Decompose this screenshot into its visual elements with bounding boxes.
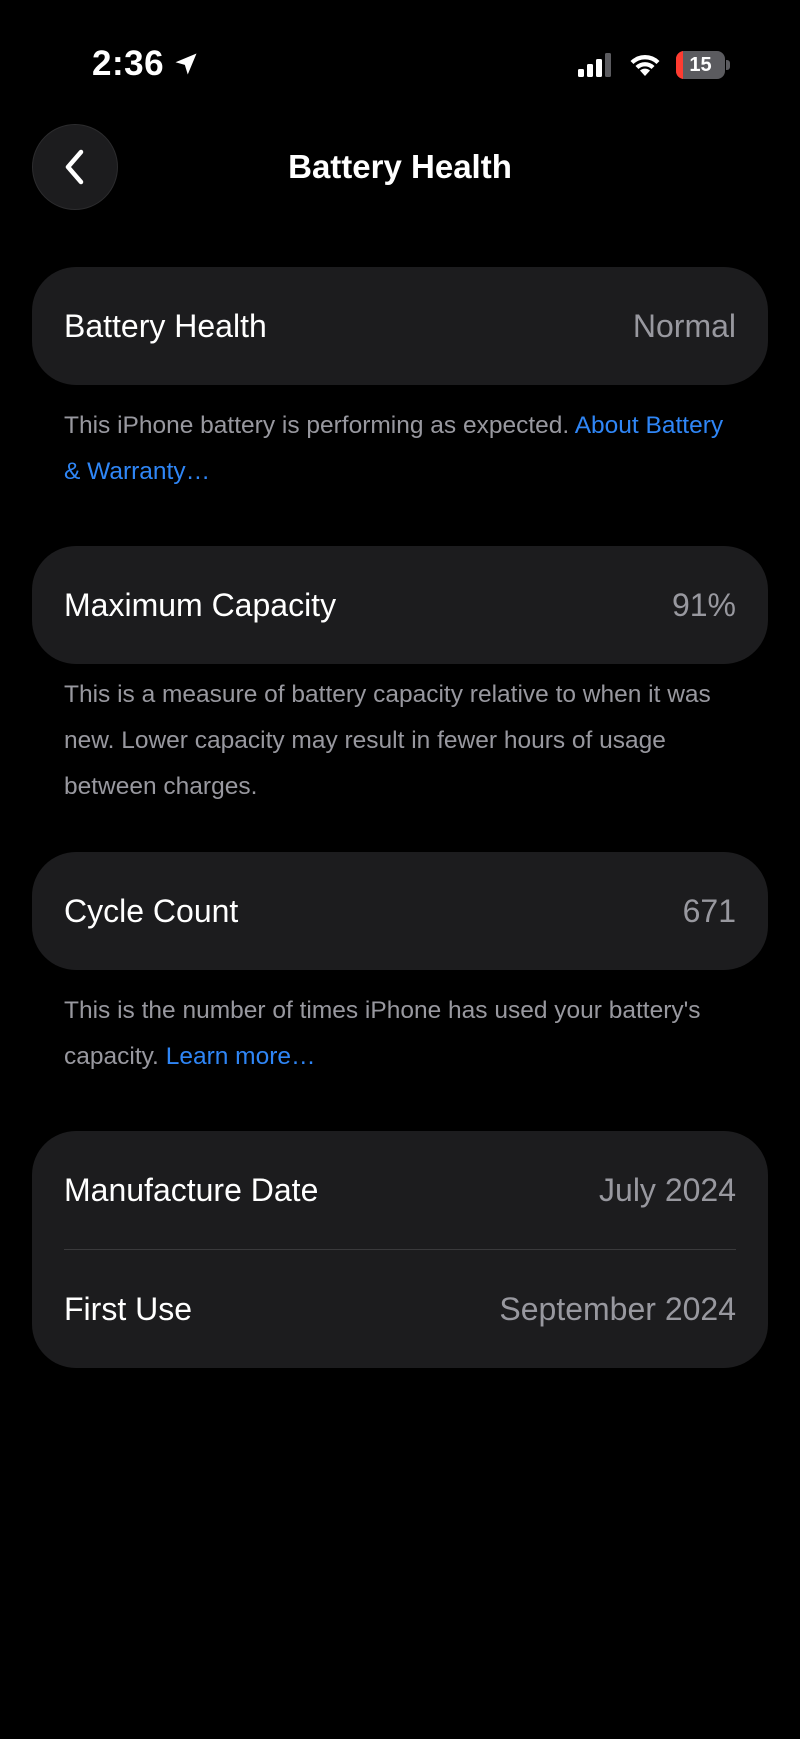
status-bar: 2:36 15 [0, 0, 800, 130]
maximum-capacity-value: 91% [671, 586, 736, 623]
first-use-row: First Use September 2024 [32, 1250, 768, 1368]
maximum-capacity-label: Maximum Capacity [64, 586, 337, 623]
status-time: 2:36 [92, 44, 165, 83]
battery-health-note-text: This iPhone battery is performing as exp… [64, 412, 570, 439]
time-group: 2:36 [92, 44, 200, 84]
battery-health-note: This iPhone battery is performing as exp… [64, 403, 734, 495]
cycle-count-row: Cycle Count 671 [32, 852, 768, 970]
learn-more-link[interactable]: Learn more… [166, 1043, 316, 1070]
manufacture-date-value: July 2024 [599, 1171, 736, 1208]
location-arrow-icon [172, 50, 200, 78]
cycle-count-card: Cycle Count 671 [32, 852, 768, 970]
first-use-value: September 2024 [499, 1290, 736, 1327]
battery-cap [726, 60, 730, 70]
status-indicators: 15 [578, 48, 730, 82]
battery-health-value: Normal [632, 307, 736, 344]
cellular-signal-icon [578, 53, 614, 77]
maximum-capacity-row: Maximum Capacity 91% [32, 546, 768, 664]
battery-level: 15 [689, 53, 712, 76]
cycle-count-note-text: This is the number of times iPhone has u… [64, 997, 701, 1070]
battery-health-label: Battery Health [64, 307, 267, 344]
cycle-count-note: This is the number of times iPhone has u… [64, 988, 734, 1080]
battery-icon: 15 [676, 51, 730, 79]
cycle-count-label: Cycle Count [64, 892, 239, 929]
maximum-capacity-card: Maximum Capacity 91% [32, 546, 768, 664]
first-use-label: First Use [64, 1290, 192, 1327]
wifi-icon [628, 52, 662, 78]
battery-health-row: Battery Health Normal [32, 267, 768, 385]
battery-body: 15 [676, 51, 725, 79]
page-title: Battery Health [288, 148, 512, 185]
cycle-count-value: 671 [682, 892, 736, 929]
manufacture-date-row: Manufacture Date July 2024 [32, 1131, 768, 1249]
maximum-capacity-note: This is a measure of battery capacity re… [64, 672, 734, 810]
manufacture-date-label: Manufacture Date [64, 1171, 319, 1208]
maximum-capacity-note-text: This is a measure of battery capacity re… [64, 681, 711, 800]
battery-health-card: Battery Health Normal [32, 267, 768, 385]
dates-card: Manufacture Date July 2024 First Use Sep… [32, 1131, 768, 1368]
